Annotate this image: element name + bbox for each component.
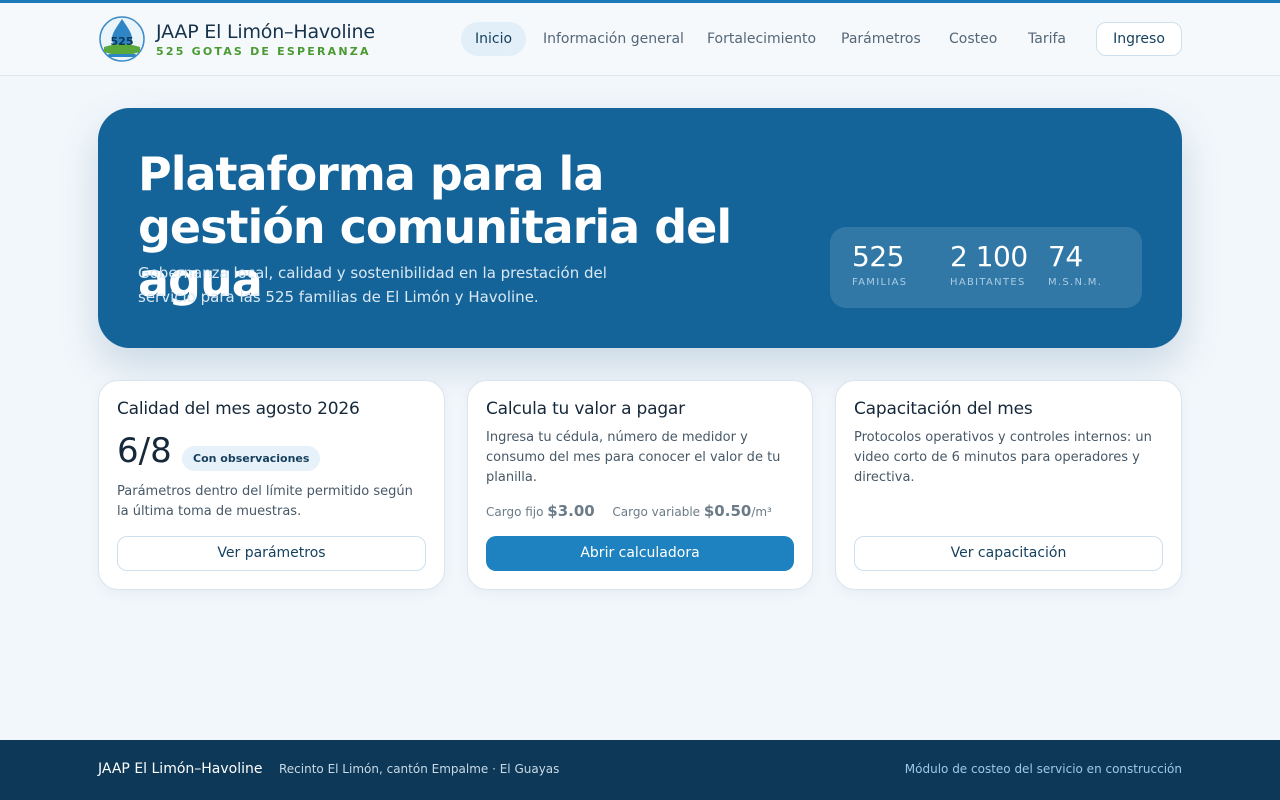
training-card: Capacitación del mes Protocolos operativ… [835,380,1182,590]
fixed-charge-label: Cargo fijo [486,505,544,519]
card-text: Ingresa tu cédula, número de medidor y c… [486,430,781,485]
card-title: Calcula tu valor a pagar [486,399,685,419]
variable-charge-unit: /m³ [751,505,772,519]
logo-icon: 525 [99,16,145,62]
card-title: Calidad del mes agosto 2026 [117,399,360,419]
logo[interactable]: 525 [98,14,146,64]
nav-item-tarifa[interactable]: Tarifa [1028,22,1066,56]
card-text: Parámetros dentro del límite permitido s… [117,484,413,519]
stats-panel: 525 FAMILIAS 2 100 HABITANTES 74 M.S.N.M… [830,227,1142,308]
login-button[interactable]: Ingreso [1096,22,1182,56]
stat-label: M.S.N.M. [1048,277,1103,288]
stat-familias: 525 FAMILIAS [852,240,908,289]
site-footer: JAAP El Limón–Havoline Recinto El Limón,… [0,740,1280,800]
svg-text:525: 525 [111,35,134,48]
status-badge: Con observaciones [182,446,321,471]
fixed-charge-value: $3.00 [547,502,595,520]
open-calculator-button[interactable]: Abrir calculadora [486,536,794,571]
nav-item-inicio[interactable]: Inicio [461,22,527,56]
stat-label: HABITANTES [950,277,1026,288]
quality-card: Calidad del mes agosto 2026 6/8 Con obse… [98,380,445,590]
brand-name: JAAP El Limón–Havoline [156,21,375,43]
footer-location: Recinto El Limón, cantón Empalme · El Gu… [279,762,560,776]
stat-value: 525 [852,240,904,273]
stat-label: FAMILIAS [852,277,908,288]
nav-item-costeo[interactable]: Costeo [949,22,997,56]
charges-summary: Cargo fijo $3.00 Cargo variable $0.50/m³ [486,502,772,520]
view-training-button[interactable]: Ver capacitación [854,536,1163,571]
variable-charge-value: $0.50 [703,502,752,520]
card-text: Protocolos operativos y controles intern… [854,430,1152,485]
quality-score: 6/8 [117,431,172,471]
stat-value: 2 100 [950,240,1028,273]
calculator-card: Calcula tu valor a pagar Ingresa tu cédu… [467,380,813,590]
footer-brand: JAAP El Limón–Havoline [98,761,263,777]
nav-item-fortalecimiento[interactable]: Fortalecimiento [707,22,816,56]
hero-subtitle: Gobernanza local, calidad y sostenibilid… [138,264,607,306]
view-parameters-button[interactable]: Ver parámetros [117,536,426,571]
nav-item-parametros[interactable]: Parámetros [841,22,921,56]
hero-banner: Plataforma para la gestión comunitaria d… [98,108,1182,348]
card-title: Capacitación del mes [854,399,1033,419]
nav-item-informacion-general[interactable]: Información general [543,22,684,56]
footer-note: Módulo de costeo del servicio en constru… [904,762,1182,776]
stat-habitantes: 2 100 HABITANTES [950,240,1028,289]
site-header: 525 JAAP El Limón–Havoline 525 GOTAS DE … [0,3,1280,76]
stat-msnm: 74 M.S.N.M. [1048,240,1103,289]
stat-value: 74 [1048,240,1083,273]
variable-charge-label: Cargo variable [612,505,701,519]
brand-tagline: 525 GOTAS DE ESPERANZA [156,45,371,58]
